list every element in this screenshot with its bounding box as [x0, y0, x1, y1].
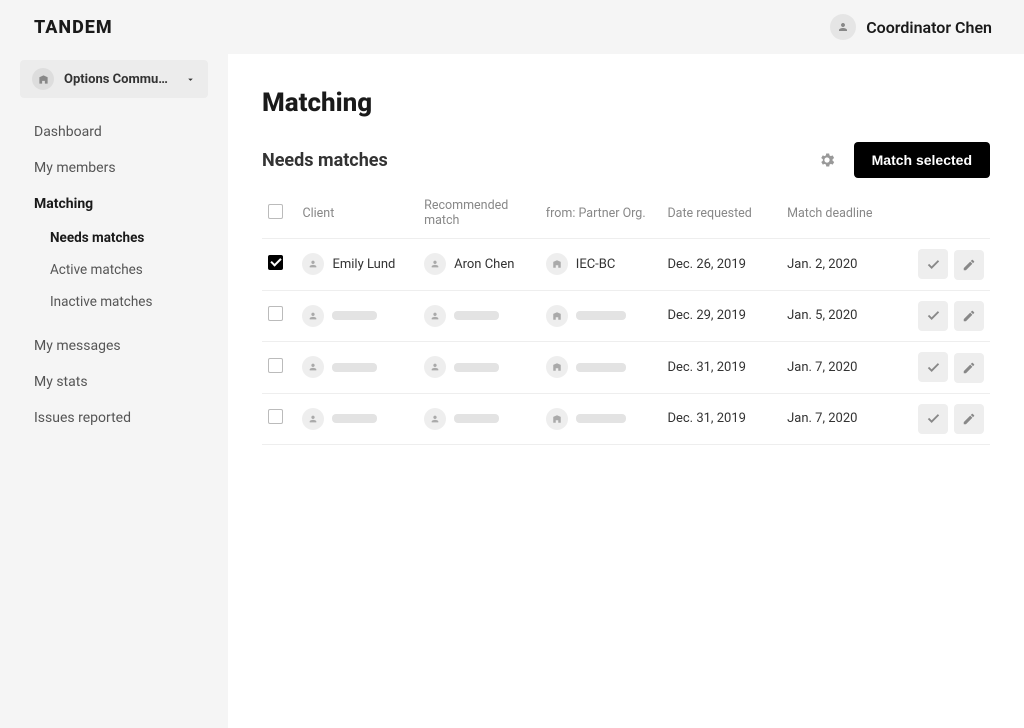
nav-my-stats[interactable]: My stats [0, 364, 228, 400]
nav-matching[interactable]: Matching [0, 186, 228, 222]
building-icon [546, 253, 568, 275]
col-date-requested: Date requested [661, 190, 781, 239]
nav: Dashboard My members Matching Needs matc… [0, 114, 228, 436]
app-header: TANDEM Coordinator Chen [0, 0, 1024, 54]
row-checkbox[interactable] [268, 306, 283, 321]
placeholder [454, 414, 499, 423]
nav-issues-reported[interactable]: Issues reported [0, 400, 228, 436]
date-requested: Dec. 31, 2019 [661, 393, 781, 445]
placeholder [332, 363, 377, 372]
building-icon [32, 68, 54, 90]
pencil-icon [962, 309, 976, 323]
date-requested: Dec. 31, 2019 [661, 342, 781, 394]
person-icon [302, 253, 324, 275]
placeholder [454, 363, 499, 372]
pencil-icon [962, 412, 976, 426]
nav-matching-sub: Needs matches Active matches Inactive ma… [0, 222, 228, 318]
approve-button[interactable] [918, 352, 948, 382]
placeholder [332, 414, 377, 423]
page-title: Matching [262, 88, 990, 118]
edit-button[interactable] [954, 353, 984, 383]
col-deadline: Match deadline [781, 190, 901, 239]
approve-button[interactable] [918, 249, 948, 279]
gear-icon[interactable] [816, 149, 838, 171]
person-icon [302, 305, 324, 327]
pencil-icon [962, 258, 976, 272]
person-icon [424, 356, 446, 378]
person-icon [302, 408, 324, 430]
row-checkbox[interactable] [268, 358, 283, 373]
person-icon [302, 356, 324, 378]
match-deadline: Jan. 5, 2020 [781, 290, 901, 342]
check-icon [926, 411, 941, 426]
nav-needs-matches[interactable]: Needs matches [16, 222, 228, 254]
chevron-down-icon [185, 70, 196, 89]
col-recommended: Recommended match [418, 190, 540, 239]
check-icon [926, 308, 941, 323]
placeholder [576, 311, 626, 320]
user-name: Coordinator Chen [866, 18, 992, 37]
table-row: Dec. 31, 2019Jan. 7, 2020 [262, 393, 990, 445]
row-checkbox[interactable] [268, 409, 283, 424]
person-icon [424, 305, 446, 327]
edit-button[interactable] [954, 301, 984, 331]
section-header: Needs matches Match selected [262, 142, 990, 178]
org-selector[interactable]: Options Community... [20, 60, 208, 98]
table-row: Emily Lund Aron Chen IEC-BC Dec. 26, 2019Ja… [262, 239, 990, 291]
date-requested: Dec. 29, 2019 [661, 290, 781, 342]
org-name: Options Community... [64, 72, 175, 87]
pencil-icon [962, 361, 976, 375]
match-deadline: Jan. 7, 2020 [781, 342, 901, 394]
date-requested: Dec. 26, 2019 [661, 239, 781, 291]
nav-my-messages[interactable]: My messages [0, 328, 228, 364]
org-name: IEC-BC [576, 257, 616, 272]
placeholder [332, 311, 377, 320]
placeholder [454, 311, 499, 320]
logo: TANDEM [34, 17, 113, 38]
match-selected-button[interactable]: Match selected [854, 142, 990, 178]
placeholder [576, 414, 626, 423]
match-deadline: Jan. 7, 2020 [781, 393, 901, 445]
placeholder [576, 363, 626, 372]
match-deadline: Jan. 2, 2020 [781, 239, 901, 291]
nav-active-matches[interactable]: Active matches [16, 254, 228, 286]
building-icon [546, 408, 568, 430]
recommended-name: Aron Chen [454, 257, 514, 272]
main-content: Matching Needs matches Match selected Cl… [228, 54, 1024, 728]
table-row: Dec. 29, 2019Jan. 5, 2020 [262, 290, 990, 342]
select-all-checkbox[interactable] [268, 204, 283, 219]
col-from-org: from: Partner Org. [540, 190, 662, 239]
user-chip[interactable]: Coordinator Chen [830, 14, 992, 40]
approve-button[interactable] [918, 404, 948, 434]
edit-button[interactable] [954, 250, 984, 280]
sidebar: Options Community... Dashboard My member… [0, 54, 228, 728]
row-checkbox[interactable] [268, 255, 283, 270]
nav-inactive-matches[interactable]: Inactive matches [16, 286, 228, 318]
section-title: Needs matches [262, 150, 388, 171]
building-icon [546, 305, 568, 327]
section-actions: Match selected [816, 142, 990, 178]
person-icon [424, 253, 446, 275]
check-icon [926, 257, 941, 272]
user-avatar-icon [830, 14, 856, 40]
approve-button[interactable] [918, 301, 948, 331]
col-client: Client [296, 190, 418, 239]
check-icon [926, 360, 941, 375]
matches-table: Client Recommended match from: Partner O… [262, 190, 990, 445]
person-icon [424, 408, 446, 430]
nav-dashboard[interactable]: Dashboard [0, 114, 228, 150]
nav-my-members[interactable]: My members [0, 150, 228, 186]
table-row: Dec. 31, 2019Jan. 7, 2020 [262, 342, 990, 394]
client-name: Emily Lund [332, 257, 395, 272]
edit-button[interactable] [954, 404, 984, 434]
building-icon [546, 356, 568, 378]
